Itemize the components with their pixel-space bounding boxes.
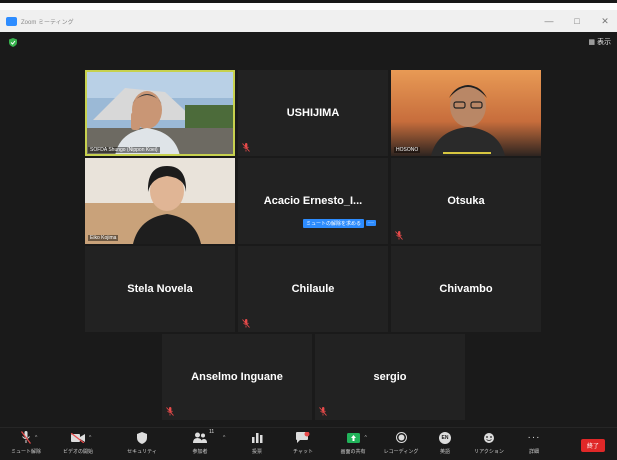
participant-video (391, 70, 541, 156)
toolbar-label: チャット (293, 449, 313, 455)
view-label: 表示 (597, 39, 611, 46)
unmute-button[interactable]: ^ ミュート解除 (4, 430, 48, 455)
meeting-toolbar: ^ ミュート解除 ^ ビデオの開始 セキュリティ 11 ^ 参加者 投票 チャッ… (0, 427, 617, 460)
shield-icon (137, 430, 147, 445)
window-controls: — □ ✕ (543, 10, 611, 32)
chevron-up-icon[interactable]: ^ (223, 435, 225, 441)
participant-name-tag: HOSONO (394, 147, 421, 153)
participant-name-tag: Eiko Kojima (88, 235, 119, 241)
record-button[interactable]: レコーディング (379, 430, 423, 455)
share-screen-icon: ^ (346, 430, 367, 445)
chevron-up-icon[interactable]: ^ (35, 435, 37, 441)
security-button[interactable]: セキュリティ (120, 430, 164, 455)
more-icon: ··· (527, 432, 541, 443)
participant-video (85, 70, 235, 156)
more-options-button[interactable]: ··· (366, 220, 377, 226)
window-titlebar: Zoom ミーティング — □ ✕ (0, 10, 617, 32)
reaction-icon (483, 430, 495, 445)
top-border (0, 0, 617, 3)
meeting-area: ▦ 表示 SOFDA Shungo (Nippon Koei) USHIJIMA (0, 32, 617, 459)
participant-tile-anselmo[interactable]: Anselmo Inguane (162, 334, 312, 420)
participants-button[interactable]: 11 ^ 参加者 (178, 429, 225, 455)
microphone-muted-icon (166, 407, 174, 416)
toolbar-label: ビデオの開始 (62, 449, 93, 455)
toolbar-label: セキュリティ (127, 449, 157, 455)
grid-icon: ▦ (588, 39, 595, 46)
video-off-icon: ^ (71, 430, 91, 445)
more-button[interactable]: ··· 詳細 (512, 430, 556, 455)
toolbar-label: レコーディング (383, 449, 419, 455)
participant-name: Chilaule (291, 283, 335, 295)
share-screen-button[interactable]: ^ 画面の共有 (331, 430, 375, 455)
participant-name: Chivambo (439, 283, 493, 295)
participants-icon: 11 ^ (193, 429, 225, 445)
polls-button[interactable]: 投票 (235, 430, 279, 455)
microphone-muted-icon (395, 231, 403, 240)
toolbar-label: 画面の共有 (340, 449, 366, 455)
toolbar-label: リアクション (474, 449, 504, 455)
participant-tile-sergio[interactable]: sergio (315, 334, 465, 420)
participant-tile-chilaule[interactable]: Chilaule (238, 246, 388, 332)
ask-to-unmute-button[interactable]: ミュートの解除を求める (303, 218, 365, 228)
microphone-muted-icon (242, 143, 250, 152)
participant-tile-otsuka[interactable]: Otsuka (391, 158, 541, 244)
reactions-button[interactable]: リアクション (467, 430, 511, 455)
toolbar-label: 参加者 (192, 449, 208, 455)
participant-name: Stela Novela (127, 283, 193, 295)
minimize-button[interactable]: — (543, 16, 555, 26)
shield-icon[interactable] (9, 38, 17, 47)
microphone-muted-icon (242, 319, 250, 328)
chevron-up-icon[interactable]: ^ (365, 435, 367, 441)
language-button[interactable]: EN 英語 (423, 430, 467, 455)
chat-button[interactable]: チャット (281, 430, 325, 455)
participant-name: Anselmo Inguane (191, 371, 283, 383)
participant-name: Otsuka (447, 195, 485, 207)
toolbar-label: 英語 (439, 449, 450, 455)
microphone-muted-icon: ^ (21, 430, 37, 445)
participant-video (85, 158, 235, 244)
participant-name: Acacio Ernesto_I... (263, 195, 363, 207)
unmute-request-bar: ミュートの解除を求める ··· (303, 218, 377, 228)
language-icon: EN (439, 430, 451, 445)
toolbar-label: 詳細 (528, 449, 539, 455)
zoom-app-icon (6, 16, 17, 26)
participant-tile-ushijima[interactable]: USHIJIMA (238, 70, 388, 156)
participant-tile-hosono[interactable]: HOSONO (391, 70, 541, 156)
record-icon (395, 430, 407, 445)
close-button[interactable]: ✕ (599, 16, 611, 27)
start-video-button[interactable]: ^ ビデオの開始 (56, 430, 100, 455)
view-button[interactable]: ▦ 表示 (588, 37, 611, 47)
maximize-button[interactable]: □ (571, 16, 583, 26)
participant-name: sergio (373, 371, 407, 383)
chat-icon (296, 430, 310, 445)
participant-count: 11 (209, 429, 215, 435)
participant-tile-chivambo[interactable]: Chivambo (391, 246, 541, 332)
participant-name-tag: SOFDA Shungo (Nippon Koei) (88, 147, 160, 153)
participant-tile-stela[interactable]: Stela Novela (85, 246, 235, 332)
poll-icon (251, 430, 263, 445)
end-meeting-button[interactable]: 終了 (580, 439, 605, 452)
microphone-muted-icon (319, 407, 327, 416)
chevron-up-icon[interactable]: ^ (89, 435, 91, 441)
window-title: Zoom ミーティング (21, 19, 74, 26)
participant-tile-acacio[interactable]: Acacio Ernesto_I... (238, 158, 388, 244)
participant-name: USHIJIMA (286, 107, 340, 119)
participant-tile-kojima[interactable]: Eiko Kojima (85, 158, 235, 244)
toolbar-label: 投票 (251, 449, 262, 455)
participant-tile-sofda[interactable]: SOFDA Shungo (Nippon Koei) (85, 70, 235, 156)
toolbar-label: ミュート解除 (10, 449, 41, 455)
